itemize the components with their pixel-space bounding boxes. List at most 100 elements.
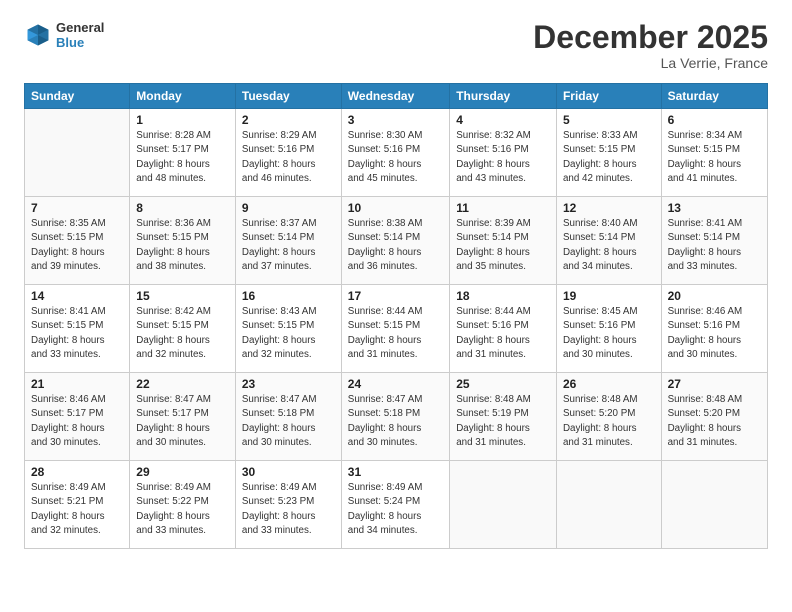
day-number: 30	[242, 465, 335, 479]
day-info: Sunrise: 8:48 AMSunset: 5:20 PMDaylight:…	[668, 393, 761, 450]
location: La Verrie, France	[533, 55, 768, 71]
day-info: Sunrise: 8:48 AMSunset: 5:20 PMDaylight:…	[563, 393, 655, 450]
day-number: 8	[136, 201, 229, 215]
day-info: Sunrise: 8:39 AMSunset: 5:14 PMDaylight:…	[456, 217, 550, 274]
day-info: Sunrise: 8:43 AMSunset: 5:15 PMDaylight:…	[242, 305, 335, 362]
day-number: 12	[563, 201, 655, 215]
calendar-cell: 18 Sunrise: 8:44 AMSunset: 5:16 PMDayligh…	[450, 285, 557, 373]
calendar-cell: 29Sunrise: 8:49 AMSunset: 5:22 PMDayligh…	[130, 461, 236, 549]
day-info: Sunrise: 8:32 AMSunset: 5:16 PMDaylight:…	[456, 129, 550, 186]
day-number: 9	[242, 201, 335, 215]
calendar-header-row: Sunday Monday Tuesday Wednesday Thursday…	[25, 84, 768, 109]
calendar-cell: 8 Sunrise: 8:36 AMSunset: 5:15 PMDaylight…	[130, 197, 236, 285]
day-number: 17	[348, 289, 443, 303]
day-number: 4	[456, 113, 550, 127]
day-info: Sunrise: 8:46 AMSunset: 5:17 PMDaylight:…	[31, 393, 123, 450]
day-info: Sunrise: 8:47 AMSunset: 5:17 PMDaylight:…	[136, 393, 229, 450]
calendar-cell: 23 Sunrise: 8:47 AMSunset: 5:18 PMDayligh…	[235, 373, 341, 461]
month-title: December 2025	[533, 20, 768, 55]
logo-icon	[24, 21, 52, 49]
calendar-week-4: 28Sunrise: 8:49 AMSunset: 5:21 PMDayligh…	[25, 461, 768, 549]
calendar-cell: 4 Sunrise: 8:32 AMSunset: 5:16 PMDaylight…	[450, 109, 557, 197]
day-number: 25	[456, 377, 550, 391]
calendar-cell	[25, 109, 130, 197]
day-info: Sunrise: 8:46 AMSunset: 5:16 PMDaylight:…	[668, 305, 761, 362]
col-monday: Monday	[130, 84, 236, 109]
col-sunday: Sunday	[25, 84, 130, 109]
logo-general: General	[56, 20, 104, 35]
day-number: 5	[563, 113, 655, 127]
calendar-cell	[556, 461, 661, 549]
day-number: 10	[348, 201, 443, 215]
calendar-cell: 11 Sunrise: 8:39 AMSunset: 5:14 PMDayligh…	[450, 197, 557, 285]
calendar-cell	[661, 461, 767, 549]
calendar-week-2: 14 Sunrise: 8:41 AMSunset: 5:15 PMDayligh…	[25, 285, 768, 373]
day-info: Sunrise: 8:49 AMSunset: 5:24 PMDaylight:…	[348, 481, 443, 538]
calendar-cell: 25 Sunrise: 8:48 AMSunset: 5:19 PMDayligh…	[450, 373, 557, 461]
calendar-cell: 9 Sunrise: 8:37 AMSunset: 5:14 PMDaylight…	[235, 197, 341, 285]
logo-blue: Blue	[56, 35, 104, 50]
day-info: Sunrise: 8:47 AMSunset: 5:18 PMDaylight:…	[242, 393, 335, 450]
col-thursday: Thursday	[450, 84, 557, 109]
day-info: Sunrise: 8:49 AMSunset: 5:23 PMDaylight:…	[242, 481, 335, 538]
calendar-cell: 15 Sunrise: 8:42 AMSunset: 5:15 PMDayligh…	[130, 285, 236, 373]
calendar-cell	[450, 461, 557, 549]
calendar-cell: 22Sunrise: 8:47 AMSunset: 5:17 PMDayligh…	[130, 373, 236, 461]
calendar-cell: 12Sunrise: 8:40 AMSunset: 5:14 PMDayligh…	[556, 197, 661, 285]
calendar-week-0: 1 Sunrise: 8:28 AMSunset: 5:17 PMDaylight…	[25, 109, 768, 197]
day-info: Sunrise: 8:38 AMSunset: 5:14 PMDaylight:…	[348, 217, 443, 274]
col-saturday: Saturday	[661, 84, 767, 109]
day-number: 18	[456, 289, 550, 303]
day-number: 21	[31, 377, 123, 391]
day-number: 31	[348, 465, 443, 479]
day-number: 2	[242, 113, 335, 127]
day-number: 11	[456, 201, 550, 215]
logo-text: General Blue	[56, 20, 104, 50]
day-number: 14	[31, 289, 123, 303]
header: General Blue December 2025 La Verrie, Fr…	[24, 20, 768, 71]
calendar-cell: 27 Sunrise: 8:48 AMSunset: 5:20 PMDayligh…	[661, 373, 767, 461]
day-info: Sunrise: 8:47 AMSunset: 5:18 PMDaylight:…	[348, 393, 443, 450]
col-wednesday: Wednesday	[341, 84, 449, 109]
col-friday: Friday	[556, 84, 661, 109]
day-number: 13	[668, 201, 761, 215]
calendar-cell: 1 Sunrise: 8:28 AMSunset: 5:17 PMDaylight…	[130, 109, 236, 197]
calendar-cell: 5Sunrise: 8:33 AMSunset: 5:15 PMDaylight…	[556, 109, 661, 197]
day-info: Sunrise: 8:37 AMSunset: 5:14 PMDaylight:…	[242, 217, 335, 274]
day-number: 27	[668, 377, 761, 391]
calendar-cell: 30 Sunrise: 8:49 AMSunset: 5:23 PMDayligh…	[235, 461, 341, 549]
calendar-cell: 17 Sunrise: 8:44 AMSunset: 5:15 PMDayligh…	[341, 285, 449, 373]
day-info: Sunrise: 8:42 AMSunset: 5:15 PMDaylight:…	[136, 305, 229, 362]
calendar-cell: 6Sunrise: 8:34 AMSunset: 5:15 PMDaylight…	[661, 109, 767, 197]
day-info: Sunrise: 8:48 AMSunset: 5:19 PMDaylight:…	[456, 393, 550, 450]
day-number: 1	[136, 113, 229, 127]
calendar-cell: 14 Sunrise: 8:41 AMSunset: 5:15 PMDayligh…	[25, 285, 130, 373]
day-number: 19	[563, 289, 655, 303]
col-tuesday: Tuesday	[235, 84, 341, 109]
page: General Blue December 2025 La Verrie, Fr…	[0, 0, 792, 612]
calendar-cell: 10 Sunrise: 8:38 AMSunset: 5:14 PMDayligh…	[341, 197, 449, 285]
calendar: Sunday Monday Tuesday Wednesday Thursday…	[24, 83, 768, 549]
calendar-cell: 31 Sunrise: 8:49 AMSunset: 5:24 PMDayligh…	[341, 461, 449, 549]
day-info: Sunrise: 8:45 AMSunset: 5:16 PMDaylight:…	[563, 305, 655, 362]
calendar-cell: 26 Sunrise: 8:48 AMSunset: 5:20 PMDayligh…	[556, 373, 661, 461]
day-number: 26	[563, 377, 655, 391]
calendar-week-3: 21 Sunrise: 8:46 AMSunset: 5:17 PMDayligh…	[25, 373, 768, 461]
day-number: 3	[348, 113, 443, 127]
calendar-cell: 24Sunrise: 8:47 AMSunset: 5:18 PMDayligh…	[341, 373, 449, 461]
day-info: Sunrise: 8:41 AMSunset: 5:15 PMDaylight:…	[31, 305, 123, 362]
day-info: Sunrise: 8:28 AMSunset: 5:17 PMDaylight:…	[136, 129, 229, 186]
calendar-week-1: 7Sunrise: 8:35 AMSunset: 5:15 PMDaylight…	[25, 197, 768, 285]
day-number: 15	[136, 289, 229, 303]
calendar-cell: 21 Sunrise: 8:46 AMSunset: 5:17 PMDayligh…	[25, 373, 130, 461]
logo: General Blue	[24, 20, 104, 50]
day-info: Sunrise: 8:36 AMSunset: 5:15 PMDaylight:…	[136, 217, 229, 274]
day-info: Sunrise: 8:49 AMSunset: 5:21 PMDaylight:…	[31, 481, 123, 538]
day-info: Sunrise: 8:44 AMSunset: 5:15 PMDaylight:…	[348, 305, 443, 362]
calendar-cell: 2Sunrise: 8:29 AMSunset: 5:16 PMDaylight…	[235, 109, 341, 197]
day-number: 7	[31, 201, 123, 215]
day-info: Sunrise: 8:44 AMSunset: 5:16 PMDaylight:…	[456, 305, 550, 362]
day-number: 23	[242, 377, 335, 391]
calendar-cell: 7Sunrise: 8:35 AMSunset: 5:15 PMDaylight…	[25, 197, 130, 285]
day-info: Sunrise: 8:41 AMSunset: 5:14 PMDaylight:…	[668, 217, 761, 274]
